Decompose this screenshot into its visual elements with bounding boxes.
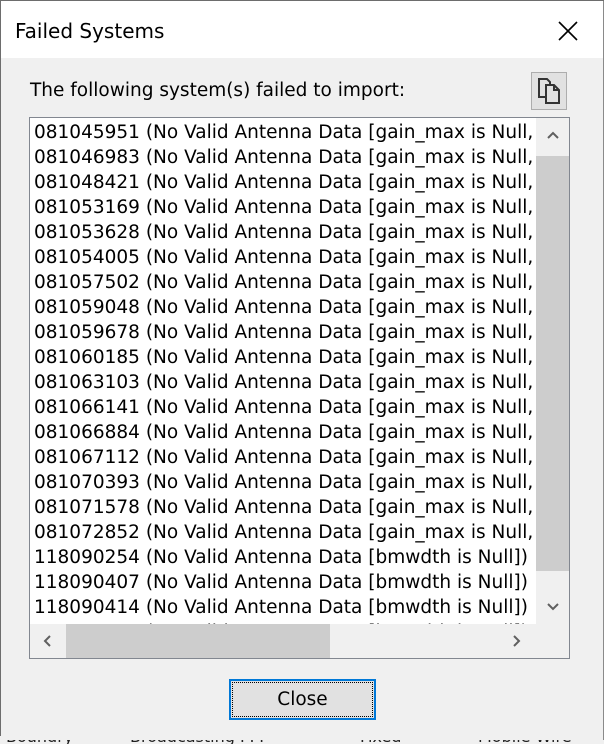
scroll-left-button[interactable] [34, 624, 60, 658]
list-item[interactable]: 081071578 (No Valid Antenna Data [gain_m… [34, 495, 536, 520]
list-item[interactable]: 081046983 (No Valid Antenna Data [gain_m… [34, 145, 536, 170]
list-item[interactable]: 118090414 (No Valid Antenna Data [bmwdth… [34, 595, 536, 620]
scroll-right-button[interactable] [504, 624, 530, 658]
scroll-up-button[interactable] [536, 122, 569, 148]
list-item[interactable]: 081057502 (No Valid Antenna Data [gain_m… [34, 270, 536, 295]
failed-import-message: The following system(s) failed to import… [30, 80, 406, 101]
list-item[interactable]: 118090407 (No Valid Antenna Data [bmwdth… [34, 570, 536, 595]
list-item[interactable]: 081059678 (No Valid Antenna Data [gain_m… [34, 320, 536, 345]
list-item[interactable]: 081066141 (No Valid Antenna Data [gain_m… [34, 395, 536, 420]
list-item[interactable]: 081066884 (No Valid Antenna Data [gain_m… [34, 420, 536, 445]
failed-systems-list[interactable]: 081045951 (No Valid Antenna Data [gain_m… [29, 117, 570, 659]
close-icon [558, 21, 578, 41]
list-item[interactable]: 081072852 (No Valid Antenna Data [gain_m… [34, 520, 536, 545]
list-item[interactable]: 081053628 (No Valid Antenna Data [gain_m… [34, 220, 536, 245]
vertical-scrollbar[interactable] [536, 118, 569, 624]
scroll-down-button[interactable] [536, 594, 569, 620]
horizontal-scrollbar[interactable] [30, 624, 536, 658]
close-button[interactable]: Close [229, 679, 376, 720]
list-rows: 081045951 (No Valid Antenna Data [gain_m… [34, 120, 536, 624]
list-item[interactable]: 081054005 (No Valid Antenna Data [gain_m… [34, 245, 536, 270]
chevron-up-icon [547, 131, 559, 139]
list-item[interactable]: 118090254 (No Valid Antenna Data [bmwdth… [34, 545, 536, 570]
title-bar: Failed Systems [1, 1, 603, 58]
list-item[interactable]: 081045951 (No Valid Antenna Data [gain_m… [34, 120, 536, 145]
list-item[interactable]: 081063103 (No Valid Antenna Data [gain_m… [34, 370, 536, 395]
chevron-down-icon [547, 603, 559, 611]
chevron-left-icon [43, 635, 51, 647]
scrollbar-corner [536, 624, 569, 658]
list-item[interactable]: 081070393 (No Valid Antenna Data [gain_m… [34, 470, 536, 495]
close-button-label: Close [277, 689, 328, 710]
dialog-title: Failed Systems [15, 19, 165, 43]
close-window-button[interactable] [547, 11, 589, 51]
failed-systems-dialog: Failed Systems The following system(s) f… [1, 1, 604, 740]
chevron-right-icon [513, 635, 521, 647]
list-item[interactable]: 081053169 (No Valid Antenna Data [gain_m… [34, 195, 536, 220]
copy-icon [538, 78, 560, 104]
vertical-scroll-thumb[interactable] [536, 156, 569, 571]
list-item[interactable]: 081059048 (No Valid Antenna Data [gain_m… [34, 295, 536, 320]
copy-to-clipboard-button[interactable] [531, 72, 567, 110]
horizontal-scroll-thumb[interactable] [66, 624, 330, 658]
list-item[interactable]: 081067112 (No Valid Antenna Data [gain_m… [34, 445, 536, 470]
list-item[interactable]: 081060185 (No Valid Antenna Data [gain_m… [34, 345, 536, 370]
list-item[interactable]: 081048421 (No Valid Antenna Data [gain_m… [34, 170, 536, 195]
